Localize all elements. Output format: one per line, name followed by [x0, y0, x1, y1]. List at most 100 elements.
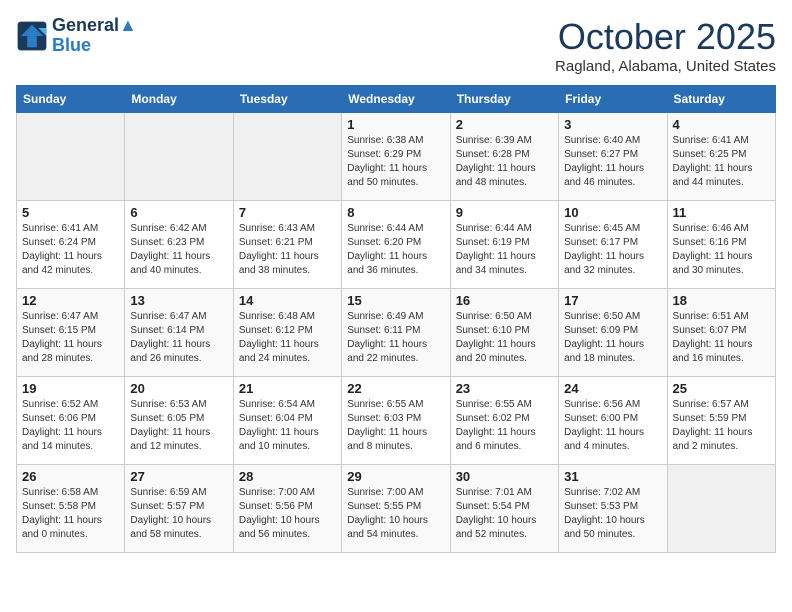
weekday-header-saturday: Saturday	[667, 86, 775, 113]
day-info: Sunrise: 6:59 AMSunset: 5:57 PMDaylight:…	[130, 486, 227, 542]
calendar-cell: 16 Sunrise: 6:50 AMSunset: 6:10 PMDayligh…	[450, 289, 558, 377]
day-info: Sunrise: 6:48 AMSunset: 6:12 PMDaylight:…	[239, 310, 336, 366]
day-number: 26	[22, 469, 119, 484]
day-number: 12	[22, 293, 119, 308]
day-number: 6	[130, 205, 227, 220]
day-info: Sunrise: 7:02 AMSunset: 5:53 PMDaylight:…	[564, 486, 661, 542]
day-info: Sunrise: 6:51 AMSunset: 6:07 PMDaylight:…	[673, 310, 770, 366]
calendar-cell: 9 Sunrise: 6:44 AMSunset: 6:19 PMDaylight…	[450, 201, 558, 289]
calendar-cell: 22 Sunrise: 6:55 AMSunset: 6:03 PMDayligh…	[342, 377, 450, 465]
day-number: 29	[347, 469, 444, 484]
day-number: 5	[22, 205, 119, 220]
weekday-header-thursday: Thursday	[450, 86, 558, 113]
calendar-cell: 19 Sunrise: 6:52 AMSunset: 6:06 PMDayligh…	[17, 377, 125, 465]
calendar-cell: 29 Sunrise: 7:00 AMSunset: 5:55 PMDayligh…	[342, 465, 450, 553]
day-number: 4	[673, 117, 770, 132]
day-info: Sunrise: 6:55 AMSunset: 6:03 PMDaylight:…	[347, 398, 444, 454]
weekday-header-tuesday: Tuesday	[233, 86, 341, 113]
day-info: Sunrise: 6:58 AMSunset: 5:58 PMDaylight:…	[22, 486, 119, 542]
day-number: 2	[456, 117, 553, 132]
day-number: 10	[564, 205, 661, 220]
day-info: Sunrise: 6:53 AMSunset: 6:05 PMDaylight:…	[130, 398, 227, 454]
weekday-header-sunday: Sunday	[17, 86, 125, 113]
weekday-header-wednesday: Wednesday	[342, 86, 450, 113]
day-info: Sunrise: 6:49 AMSunset: 6:11 PMDaylight:…	[347, 310, 444, 366]
calendar-cell: 5 Sunrise: 6:41 AMSunset: 6:24 PMDaylight…	[17, 201, 125, 289]
calendar-cell: 23 Sunrise: 6:55 AMSunset: 6:02 PMDayligh…	[450, 377, 558, 465]
calendar-cell: 31Sunrise: 7:02 AMSunset: 5:53 PMDayligh…	[559, 465, 667, 553]
day-info: Sunrise: 6:56 AMSunset: 6:00 PMDaylight:…	[564, 398, 661, 454]
calendar-cell	[233, 113, 341, 201]
day-number: 18	[673, 293, 770, 308]
day-info: Sunrise: 6:52 AMSunset: 6:06 PMDaylight:…	[22, 398, 119, 454]
day-number: 9	[456, 205, 553, 220]
day-number: 23	[456, 381, 553, 396]
calendar-cell: 24 Sunrise: 6:56 AMSunset: 6:00 PMDayligh…	[559, 377, 667, 465]
calendar-cell: 10 Sunrise: 6:45 AMSunset: 6:17 PMDayligh…	[559, 201, 667, 289]
weekday-header-friday: Friday	[559, 86, 667, 113]
day-number: 24	[564, 381, 661, 396]
calendar-cell: 6 Sunrise: 6:42 AMSunset: 6:23 PMDaylight…	[125, 201, 233, 289]
calendar-table: SundayMondayTuesdayWednesdayThursdayFrid…	[16, 85, 776, 553]
day-number: 16	[456, 293, 553, 308]
day-info: Sunrise: 6:43 AMSunset: 6:21 PMDaylight:…	[239, 222, 336, 278]
day-info: Sunrise: 6:38 AMSunset: 6:29 PMDaylight:…	[347, 134, 444, 190]
calendar-cell: 4 Sunrise: 6:41 AMSunset: 6:25 PMDaylight…	[667, 113, 775, 201]
day-number: 1	[347, 117, 444, 132]
weekday-header-monday: Monday	[125, 86, 233, 113]
calendar-cell: 18 Sunrise: 6:51 AMSunset: 6:07 PMDayligh…	[667, 289, 775, 377]
day-number: 28	[239, 469, 336, 484]
day-number: 7	[239, 205, 336, 220]
calendar-cell	[17, 113, 125, 201]
calendar-cell: 12Sunrise: 6:47 AMSunset: 6:15 PMDayligh…	[17, 289, 125, 377]
calendar-cell: 26 Sunrise: 6:58 AMSunset: 5:58 PMDayligh…	[17, 465, 125, 553]
day-info: Sunrise: 6:55 AMSunset: 6:02 PMDaylight:…	[456, 398, 553, 454]
day-number: 19	[22, 381, 119, 396]
day-info: Sunrise: 6:41 AMSunset: 6:25 PMDaylight:…	[673, 134, 770, 190]
calendar-cell: 27 Sunrise: 6:59 AMSunset: 5:57 PMDayligh…	[125, 465, 233, 553]
day-number: 11	[673, 205, 770, 220]
calendar-cell: 20 Sunrise: 6:53 AMSunset: 6:05 PMDayligh…	[125, 377, 233, 465]
calendar-cell: 25 Sunrise: 6:57 AMSunset: 5:59 PMDayligh…	[667, 377, 775, 465]
day-number: 30	[456, 469, 553, 484]
day-info: Sunrise: 6:44 AMSunset: 6:19 PMDaylight:…	[456, 222, 553, 278]
day-info: Sunrise: 6:50 AMSunset: 6:09 PMDaylight:…	[564, 310, 661, 366]
calendar-cell: 11 Sunrise: 6:46 AMSunset: 6:16 PMDayligh…	[667, 201, 775, 289]
calendar-cell: 8Sunrise: 6:44 AMSunset: 6:20 PMDaylight…	[342, 201, 450, 289]
calendar-cell: 1 Sunrise: 6:38 AMSunset: 6:29 PMDaylight…	[342, 113, 450, 201]
day-info: Sunrise: 6:41 AMSunset: 6:24 PMDaylight:…	[22, 222, 119, 278]
day-number: 22	[347, 381, 444, 396]
calendar-cell: 3 Sunrise: 6:40 AMSunset: 6:27 PMDaylight…	[559, 113, 667, 201]
day-number: 17	[564, 293, 661, 308]
day-number: 25	[673, 381, 770, 396]
day-number: 20	[130, 381, 227, 396]
day-info: Sunrise: 6:45 AMSunset: 6:17 PMDaylight:…	[564, 222, 661, 278]
calendar-cell	[125, 113, 233, 201]
day-info: Sunrise: 6:57 AMSunset: 5:59 PMDaylight:…	[673, 398, 770, 454]
day-number: 15	[347, 293, 444, 308]
day-number: 27	[130, 469, 227, 484]
day-info: Sunrise: 6:40 AMSunset: 6:27 PMDaylight:…	[564, 134, 661, 190]
day-number: 13	[130, 293, 227, 308]
calendar-cell: 2Sunrise: 6:39 AMSunset: 6:28 PMDaylight…	[450, 113, 558, 201]
calendar-cell: 30 Sunrise: 7:01 AMSunset: 5:54 PMDayligh…	[450, 465, 558, 553]
day-info: Sunrise: 7:01 AMSunset: 5:54 PMDaylight:…	[456, 486, 553, 542]
calendar-cell: 7 Sunrise: 6:43 AMSunset: 6:21 PMDaylight…	[233, 201, 341, 289]
day-info: Sunrise: 6:42 AMSunset: 6:23 PMDaylight:…	[130, 222, 227, 278]
day-info: Sunrise: 6:54 AMSunset: 6:04 PMDaylight:…	[239, 398, 336, 454]
logo: General▲ Blue	[16, 16, 137, 56]
day-number: 21	[239, 381, 336, 396]
day-info: Sunrise: 6:46 AMSunset: 6:16 PMDaylight:…	[673, 222, 770, 278]
location-title: Ragland, Alabama, United States	[555, 58, 776, 75]
day-info: Sunrise: 6:44 AMSunset: 6:20 PMDaylight:…	[347, 222, 444, 278]
day-info: Sunrise: 6:50 AMSunset: 6:10 PMDaylight:…	[456, 310, 553, 366]
calendar-cell: 14 Sunrise: 6:48 AMSunset: 6:12 PMDayligh…	[233, 289, 341, 377]
calendar-cell	[667, 465, 775, 553]
day-info: Sunrise: 7:00 AMSunset: 5:55 PMDaylight:…	[347, 486, 444, 542]
day-info: Sunrise: 7:00 AMSunset: 5:56 PMDaylight:…	[239, 486, 336, 542]
month-title: October 2025	[555, 16, 776, 58]
day-number: 3	[564, 117, 661, 132]
day-info: Sunrise: 6:47 AMSunset: 6:14 PMDaylight:…	[130, 310, 227, 366]
calendar-cell: 13 Sunrise: 6:47 AMSunset: 6:14 PMDayligh…	[125, 289, 233, 377]
day-number: 14	[239, 293, 336, 308]
